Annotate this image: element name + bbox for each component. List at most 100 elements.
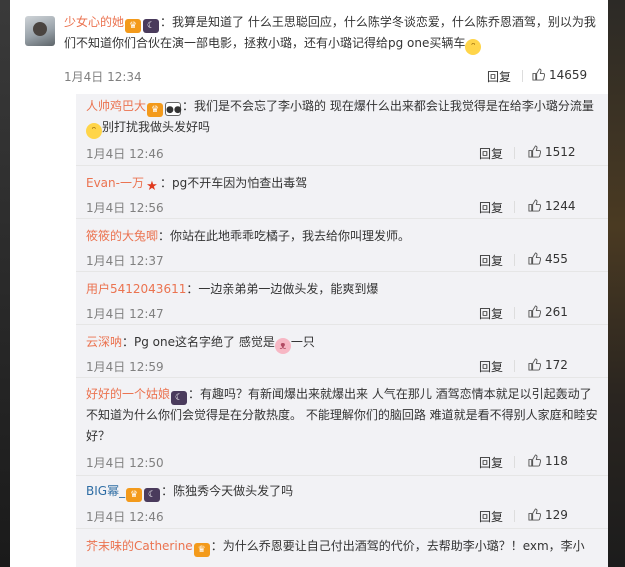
username-link[interactable]: Evan-一万 <box>86 176 144 190</box>
divider <box>514 201 515 213</box>
like-count: 129 <box>545 508 568 522</box>
reply-time: 1月4日 12:56 <box>86 201 164 215</box>
reply-body: BIG幂_ ♛ ☾ ：陈独秀今天做头发了吗 <box>86 481 598 502</box>
background-right <box>608 0 625 567</box>
reply-item: 人帅鸡巴大 ♛ ●●：我们是不会忘了李小璐的 现在爆什么出来都会让我觉得是在给李小璐… <box>76 94 608 166</box>
reply-button[interactable]: 回复 <box>479 199 503 216</box>
reply-item: 好好的一个姑娘 ☾ ：有趣吗？有新闻爆出来就爆出来 人气在那儿 酒驾恋情本就足以引起… <box>76 378 608 476</box>
like-button[interactable]: 455 <box>528 252 568 266</box>
like-button[interactable]: 14659 <box>532 68 587 82</box>
pig-emoji-icon: ᴥ <box>274 338 291 354</box>
thumbs-up-icon <box>528 145 541 158</box>
thumbs-up-icon <box>528 305 541 318</box>
thumbs-up-icon <box>528 252 541 265</box>
reply-body: 人帅鸡巴大 ♛ ●●：我们是不会忘了李小璐的 现在爆什么出来都会让我觉得是在给李小璐… <box>86 96 598 139</box>
like-button[interactable]: 129 <box>528 508 568 522</box>
star-badge-icon: ★ <box>146 179 158 194</box>
reply-item: 筱筱的大兔唧：你站在此地乖乖吃橘子，我去给你叫理发师。 1月4日 12:37 回… <box>76 219 608 272</box>
username-link[interactable]: 少女心的她 <box>64 15 124 29</box>
background-left <box>0 0 10 567</box>
like-button[interactable]: 172 <box>528 358 568 372</box>
reply-body: Evan-一万 ★ ：pg不开车因为怕查出毒驾 <box>86 173 598 195</box>
reply-time: 1月4日 12:46 <box>86 147 164 161</box>
divider <box>514 360 515 372</box>
reply-text: ：pg不开车因为怕查出毒驾 <box>159 176 308 190</box>
reply-button[interactable]: 回复 <box>479 305 503 322</box>
reply-text: ：你站在此地乖乖吃橘子，我去给你叫理发师。 <box>158 229 411 243</box>
reply-text: ：Pg one这名字绝了 感觉是 <box>122 335 275 349</box>
reply-text-cont: 一只 <box>290 335 315 349</box>
divider <box>514 147 515 159</box>
panda-badge-icon: ●● <box>165 102 182 116</box>
reply-body: 云深呐：Pg one这名字绝了 感觉是 ᴥ 一只 <box>86 332 598 354</box>
thumbs-up-icon <box>528 199 541 212</box>
reply-time: 1月4日 12:59 <box>86 360 164 374</box>
reply-button[interactable]: 回复 <box>487 68 511 85</box>
like-button[interactable]: 261 <box>528 305 568 319</box>
comment-time: 1月4日 12:34 <box>64 70 142 84</box>
like-button[interactable]: 1512 <box>528 145 576 159</box>
reply-body: 好好的一个姑娘 ☾ ：有趣吗？有新闻爆出来就爆出来 人气在那儿 酒驾恋情本就足以引起… <box>86 384 598 447</box>
reply-item: Evan-一万 ★ ：pg不开车因为怕查出毒驾 1月4日 12:56 回复 1244 <box>76 166 608 219</box>
divider <box>514 254 515 266</box>
reply-button[interactable]: 回复 <box>479 508 503 525</box>
like-count: 455 <box>545 252 568 266</box>
comment-body: 少女心的她 ♛ ☾ ：我算是知道了 什么王思聪回应，什么陈学冬谈恋爱，什么陈乔恩酒驾，… <box>64 12 596 55</box>
reply-button[interactable]: 回复 <box>479 454 503 471</box>
thumbs-up-icon <box>528 508 541 521</box>
reply-text-cont: 别打扰我做头发好吗 <box>102 120 211 134</box>
divider <box>514 510 515 522</box>
username-link[interactable]: 用户5412043611 <box>86 282 186 296</box>
divider <box>514 456 515 468</box>
reply-time: 1月4日 12:46 <box>86 510 164 524</box>
like-button[interactable]: 1244 <box>528 199 576 213</box>
like-count: 118 <box>545 454 568 468</box>
reply-item: 用户5412043611：一边亲弟弟一边做头发，能爽到爆 1月4日 12:47 … <box>76 272 608 325</box>
username-link[interactable]: BIG幂_ <box>86 484 125 498</box>
cat-emoji-icon: ᵔ <box>86 123 102 139</box>
moon-badge-icon: ☾ <box>144 488 161 502</box>
reply-button[interactable]: 回复 <box>479 145 503 162</box>
reply-item: BIG幂_ ♛ ☾ ：陈独秀今天做头发了吗 1月4日 12:46 回复 129 <box>76 476 608 529</box>
like-count: 1244 <box>545 199 576 213</box>
comment-panel: 少女心的她 ♛ ☾ ：我算是知道了 什么王思聪回应，什么陈学冬谈恋爱，什么陈乔恩酒驾，… <box>10 0 608 567</box>
reply-body: 筱筱的大兔唧：你站在此地乖乖吃橘子，我去给你叫理发师。 <box>86 226 598 247</box>
vip-badge-icon: ♛ <box>147 103 164 117</box>
username-link[interactable]: 云深呐 <box>86 335 122 349</box>
username-link[interactable]: 筱筱的大兔唧 <box>86 229 158 243</box>
reply-body: 芥末味的Catherine ♛ ：为什么乔恩要让自己付出酒驾的代价，去帮助李小璐？！… <box>86 536 598 557</box>
username-link[interactable]: 好好的一个姑娘 <box>86 387 170 401</box>
reply-item: 芥末味的Catherine ♛ ：为什么乔恩要让自己付出酒驾的代价，去帮助李小璐？！… <box>76 529 608 567</box>
reply-time: 1月4日 12:50 <box>86 456 164 470</box>
avatar[interactable] <box>25 16 55 46</box>
vip-badge-icon: ♛ <box>193 543 210 557</box>
reply-button[interactable]: 回复 <box>479 358 503 375</box>
reply-text: ：我们是不会忘了李小璐的 现在爆什么出来都会让我觉得是在给李小璐分流量 <box>182 99 594 113</box>
reply-list: 人帅鸡巴大 ♛ ●●：我们是不会忘了李小璐的 现在爆什么出来都会让我觉得是在给李小璐… <box>76 94 608 567</box>
reply-button[interactable]: 回复 <box>479 252 503 269</box>
divider <box>522 70 523 82</box>
like-count: 14659 <box>549 68 588 82</box>
moon-badge-icon: ☾ <box>143 19 160 33</box>
like-button[interactable]: 118 <box>528 454 568 468</box>
vip-badge-icon: ♛ <box>125 19 142 33</box>
moon-badge-icon: ☾ <box>171 391 188 405</box>
thumbs-up-icon <box>532 68 545 81</box>
username-link[interactable]: 芥末味的Catherine <box>86 539 193 553</box>
vip-badge-icon: ♛ <box>126 488 143 502</box>
reply-time: 1月4日 12:47 <box>86 307 164 321</box>
reply-body: 用户5412043611：一边亲弟弟一边做头发，能爽到爆 <box>86 279 598 300</box>
divider <box>514 307 515 319</box>
like-count: 261 <box>545 305 568 319</box>
reply-time: 1月4日 12:37 <box>86 254 164 268</box>
like-count: 172 <box>545 358 568 372</box>
thumbs-up-icon <box>528 454 541 467</box>
reply-text: ：陈独秀今天做头发了吗 <box>161 484 294 498</box>
username-link[interactable]: 人帅鸡巴大 <box>86 99 146 113</box>
reply-text: ：一边亲弟弟一边做头发，能爽到爆 <box>186 282 379 296</box>
like-count: 1512 <box>545 145 576 159</box>
main-comment: 少女心的她 ♛ ☾ ：我算是知道了 什么王思聪回应，什么陈学冬谈恋爱，什么陈乔恩酒驾，… <box>10 0 608 94</box>
reply-text: ：为什么乔恩要让自己付出酒驾的代价，去帮助李小璐？！exm，李小 <box>210 539 585 553</box>
cat-emoji-icon: ᵔ <box>465 39 482 55</box>
reply-item: 云深呐：Pg one这名字绝了 感觉是 ᴥ 一只 1月4日 12:59 回复 172 <box>76 325 608 378</box>
